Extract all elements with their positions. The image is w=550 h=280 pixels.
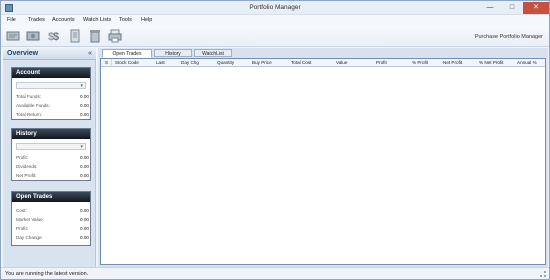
col-pct-net-profit[interactable]: % Net Profit <box>479 60 504 65</box>
account-panel: Account ▾ Total Funds: 0.00 Available Fun… <box>11 67 91 120</box>
col-pct-profit[interactable]: % Profit <box>412 60 428 65</box>
menu-file[interactable]: File <box>7 17 16 23</box>
history-row: Net Profit: 0.00 <box>16 173 89 178</box>
history-dropdown[interactable]: ▾ <box>16 143 86 150</box>
app-window: Portfolio Manager — □ ✕ File Trades Acco… <box>0 0 550 280</box>
col-value[interactable]: Value <box>336 60 347 65</box>
menu-watch-lists[interactable]: Watch Lists <box>83 17 111 23</box>
tab-open-trades[interactable]: Open Trades <box>102 49 152 58</box>
account-row: Total Return: 0.00 <box>16 112 89 117</box>
status-message: You are running the latest version. <box>5 271 89 277</box>
col-buy-price[interactable]: Buy Price <box>252 60 272 65</box>
sidebar-title: Overview <box>7 50 39 57</box>
col-profit[interactable]: Profit <box>376 60 387 65</box>
col-total-cost[interactable]: Total Cost <box>291 60 311 65</box>
money-icon[interactable]: $ $ <box>47 29 61 43</box>
toolbar: $ $ Purchase Portfolio Manager <box>1 26 549 47</box>
history-panel-title: History <box>12 129 90 139</box>
menu-help[interactable]: Help <box>141 17 152 23</box>
menu-trades[interactable]: Trades <box>28 17 45 23</box>
col-stock-code[interactable]: Stock Code <box>115 60 139 65</box>
open-trades-row: Market Value: 0.00 <box>16 217 89 222</box>
window-title: Portfolio Manager <box>249 4 301 11</box>
delete-icon[interactable] <box>88 29 102 43</box>
history-row: Profit: 0.00 <box>16 155 89 160</box>
chevron-down-icon: ▾ <box>80 144 83 150</box>
trades-grid[interactable]: S Stock Code Last Day Chg Quantity Buy P… <box>100 58 546 265</box>
tab-watchlist[interactable]: WatchList <box>194 49 232 57</box>
chevron-down-icon: ▾ <box>80 83 83 89</box>
menu-bar: File Trades Accounts Watch Lists Tools H… <box>1 15 549 26</box>
open-trades-panel-title: Open Trades <box>12 192 90 202</box>
open-trades-row: Cost: 0.00 <box>16 208 89 213</box>
account-row: Available Funds: 0.00 <box>16 103 89 108</box>
buy-icon[interactable] <box>6 29 20 43</box>
collapse-icon[interactable]: « <box>88 50 92 57</box>
sell-icon[interactable] <box>26 29 40 43</box>
title-bar: Portfolio Manager — □ ✕ <box>1 1 549 15</box>
col-last[interactable]: Last <box>156 60 165 65</box>
col-day-chg[interactable]: Day Chg <box>181 60 199 65</box>
overview-sidebar: Overview « Account ▾ Total Funds: 0.00 Av… <box>3 48 96 267</box>
purchase-link[interactable]: Purchase Portfolio Manager <box>475 34 543 40</box>
svg-text:$: $ <box>53 31 59 43</box>
printer-icon[interactable] <box>108 29 122 43</box>
sidebar-header: Overview « <box>3 48 96 60</box>
history-panel: History ▾ Profit: 0.00 Dividends: 0.00 Net… <box>11 128 91 181</box>
menu-tools[interactable]: Tools <box>119 17 132 23</box>
minimize-button[interactable]: — <box>479 2 501 14</box>
close-button[interactable]: ✕ <box>523 2 549 14</box>
account-dropdown[interactable]: ▾ <box>16 82 86 89</box>
main-content: Open Trades History WatchList S Stock Co… <box>98 48 548 267</box>
account-row: Total Funds: 0.00 <box>16 94 89 99</box>
menu-accounts[interactable]: Accounts <box>52 17 75 23</box>
account-panel-title: Account <box>12 68 90 78</box>
col-net-profit[interactable]: Net Profit <box>443 60 462 65</box>
col-annual-pct[interactable]: Annual % <box>517 60 537 65</box>
status-bar: You are running the latest version. <box>1 267 549 279</box>
open-trades-panel: Open Trades Cost: 0.00 Market Value: 0.00 … <box>11 191 91 246</box>
col-quantity[interactable]: Quantity <box>217 60 234 65</box>
document-icon[interactable] <box>68 29 82 43</box>
resize-grip-icon[interactable] <box>540 271 546 277</box>
tab-history[interactable]: History <box>154 49 192 57</box>
maximize-button[interactable]: □ <box>501 2 523 14</box>
history-row: Dividends: 0.00 <box>16 164 89 169</box>
grid-header: S Stock Code Last Day Chg Quantity Buy P… <box>101 59 545 67</box>
open-trades-row: Profit: 0.00 <box>16 226 89 231</box>
col-status[interactable]: S <box>105 60 108 65</box>
open-trades-row: Day Change: 0.00 <box>16 235 89 240</box>
